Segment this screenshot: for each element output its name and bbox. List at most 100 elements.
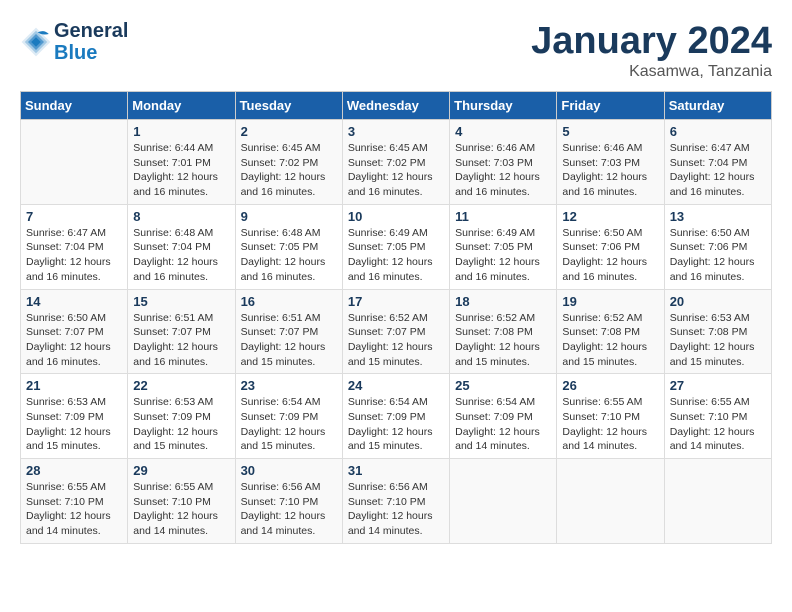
day-info: Sunrise: 6:55 AM Sunset: 7:10 PM Dayligh… (562, 395, 658, 454)
day-info: Sunrise: 6:56 AM Sunset: 7:10 PM Dayligh… (241, 480, 337, 539)
day-number: 1 (133, 124, 229, 139)
day-info: Sunrise: 6:47 AM Sunset: 7:04 PM Dayligh… (26, 226, 122, 285)
week-row-5: 28 Sunrise: 6:55 AM Sunset: 7:10 PM Dayli… (21, 459, 772, 544)
col-header-thursday: Thursday (450, 92, 557, 120)
calendar-cell: 22 Sunrise: 6:53 AM Sunset: 7:09 PM Dayli… (128, 374, 235, 459)
day-info: Sunrise: 6:45 AM Sunset: 7:02 PM Dayligh… (348, 141, 444, 200)
calendar-cell: 17Sunrise: 6:52 AM Sunset: 7:07 PM Dayli… (342, 289, 449, 374)
day-info: Sunrise: 6:55 AM Sunset: 7:10 PM Dayligh… (133, 480, 229, 539)
day-number: 28 (26, 463, 122, 478)
day-number: 25 (455, 378, 551, 393)
day-info: Sunrise: 6:50 AM Sunset: 7:06 PM Dayligh… (562, 226, 658, 285)
calendar-cell: 6Sunrise: 6:47 AM Sunset: 7:04 PM Daylig… (664, 120, 771, 205)
day-info: Sunrise: 6:52 AM Sunset: 7:08 PM Dayligh… (455, 311, 551, 370)
day-info: Sunrise: 6:54 AM Sunset: 7:09 PM Dayligh… (455, 395, 551, 454)
col-header-sunday: Sunday (21, 92, 128, 120)
title-block: January 2024 Kasamwa, Tanzania (531, 20, 772, 81)
day-number: 6 (670, 124, 766, 139)
calendar-cell: 13Sunrise: 6:50 AM Sunset: 7:06 PM Dayli… (664, 204, 771, 289)
calendar-cell: 25 Sunrise: 6:54 AM Sunset: 7:09 PM Dayli… (450, 374, 557, 459)
calendar-cell: 12 Sunrise: 6:50 AM Sunset: 7:06 PM Dayli… (557, 204, 664, 289)
day-number: 21 (26, 378, 122, 393)
month-title: January 2024 (531, 20, 772, 63)
day-number: 19 (562, 294, 658, 309)
day-info: Sunrise: 6:53 AM Sunset: 7:09 PM Dayligh… (133, 395, 229, 454)
day-number: 4 (455, 124, 551, 139)
day-info: Sunrise: 6:50 AM Sunset: 7:06 PM Dayligh… (670, 226, 766, 285)
day-number: 11 (455, 209, 551, 224)
calendar-cell: 3 Sunrise: 6:45 AM Sunset: 7:02 PM Daylig… (342, 120, 449, 205)
calendar-cell: 18Sunrise: 6:52 AM Sunset: 7:08 PM Dayli… (450, 289, 557, 374)
day-info: Sunrise: 6:44 AM Sunset: 7:01 PM Dayligh… (133, 141, 229, 200)
week-row-2: 7 Sunrise: 6:47 AM Sunset: 7:04 PM Daylig… (21, 204, 772, 289)
col-header-saturday: Saturday (664, 92, 771, 120)
day-info: Sunrise: 6:54 AM Sunset: 7:09 PM Dayligh… (348, 395, 444, 454)
day-number: 9 (241, 209, 337, 224)
day-number: 10 (348, 209, 444, 224)
calendar-cell (21, 120, 128, 205)
day-number: 5 (562, 124, 658, 139)
day-number: 20 (670, 294, 766, 309)
day-number: 31 (348, 463, 444, 478)
calendar-cell: 30 Sunrise: 6:56 AM Sunset: 7:10 PM Dayli… (235, 459, 342, 544)
day-info: Sunrise: 6:49 AM Sunset: 7:05 PM Dayligh… (348, 226, 444, 285)
day-number: 26 (562, 378, 658, 393)
col-header-monday: Monday (128, 92, 235, 120)
calendar-cell: 8 Sunrise: 6:48 AM Sunset: 7:04 PM Daylig… (128, 204, 235, 289)
week-row-3: 14Sunrise: 6:50 AM Sunset: 7:07 PM Dayli… (21, 289, 772, 374)
calendar-cell: 19 Sunrise: 6:52 AM Sunset: 7:08 PM Dayli… (557, 289, 664, 374)
calendar-cell (557, 459, 664, 544)
calendar-cell: 5 Sunrise: 6:46 AM Sunset: 7:03 PM Daylig… (557, 120, 664, 205)
day-info: Sunrise: 6:52 AM Sunset: 7:08 PM Dayligh… (562, 311, 658, 370)
calendar-cell: 4 Sunrise: 6:46 AM Sunset: 7:03 PM Daylig… (450, 120, 557, 205)
logo-icon (20, 26, 52, 58)
calendar-cell: 28 Sunrise: 6:55 AM Sunset: 7:10 PM Dayli… (21, 459, 128, 544)
day-number: 12 (562, 209, 658, 224)
calendar-cell: 29 Sunrise: 6:55 AM Sunset: 7:10 PM Dayli… (128, 459, 235, 544)
calendar-cell: 21Sunrise: 6:53 AM Sunset: 7:09 PM Dayli… (21, 374, 128, 459)
calendar-cell: 16Sunrise: 6:51 AM Sunset: 7:07 PM Dayli… (235, 289, 342, 374)
col-header-tuesday: Tuesday (235, 92, 342, 120)
day-info: Sunrise: 6:52 AM Sunset: 7:07 PM Dayligh… (348, 311, 444, 370)
day-number: 2 (241, 124, 337, 139)
day-info: Sunrise: 6:48 AM Sunset: 7:04 PM Dayligh… (133, 226, 229, 285)
day-number: 3 (348, 124, 444, 139)
day-number: 8 (133, 209, 229, 224)
calendar-cell: 24Sunrise: 6:54 AM Sunset: 7:09 PM Dayli… (342, 374, 449, 459)
calendar-cell: 9 Sunrise: 6:48 AM Sunset: 7:05 PM Daylig… (235, 204, 342, 289)
day-number: 15 (133, 294, 229, 309)
logo: General Blue (20, 20, 128, 64)
day-info: Sunrise: 6:46 AM Sunset: 7:03 PM Dayligh… (562, 141, 658, 200)
calendar-cell: 20 Sunrise: 6:53 AM Sunset: 7:08 PM Dayli… (664, 289, 771, 374)
logo-blue: Blue (54, 42, 128, 64)
location: Kasamwa, Tanzania (531, 63, 772, 81)
day-number: 27 (670, 378, 766, 393)
calendar-cell: 1 Sunrise: 6:44 AM Sunset: 7:01 PM Daylig… (128, 120, 235, 205)
calendar-cell: 26 Sunrise: 6:55 AM Sunset: 7:10 PM Dayli… (557, 374, 664, 459)
day-number: 22 (133, 378, 229, 393)
day-number: 7 (26, 209, 122, 224)
day-number: 29 (133, 463, 229, 478)
header-row: SundayMondayTuesdayWednesdayThursdayFrid… (21, 92, 772, 120)
calendar-cell: 11 Sunrise: 6:49 AM Sunset: 7:05 PM Dayli… (450, 204, 557, 289)
calendar-cell: 7 Sunrise: 6:47 AM Sunset: 7:04 PM Daylig… (21, 204, 128, 289)
calendar-cell: 10 Sunrise: 6:49 AM Sunset: 7:05 PM Dayli… (342, 204, 449, 289)
day-info: Sunrise: 6:45 AM Sunset: 7:02 PM Dayligh… (241, 141, 337, 200)
logo-general: General (54, 20, 128, 42)
day-info: Sunrise: 6:48 AM Sunset: 7:05 PM Dayligh… (241, 226, 337, 285)
day-info: Sunrise: 6:49 AM Sunset: 7:05 PM Dayligh… (455, 226, 551, 285)
day-number: 30 (241, 463, 337, 478)
calendar-cell: 23 Sunrise: 6:54 AM Sunset: 7:09 PM Dayli… (235, 374, 342, 459)
day-info: Sunrise: 6:46 AM Sunset: 7:03 PM Dayligh… (455, 141, 551, 200)
day-info: Sunrise: 6:56 AM Sunset: 7:10 PM Dayligh… (348, 480, 444, 539)
calendar-cell: 14Sunrise: 6:50 AM Sunset: 7:07 PM Dayli… (21, 289, 128, 374)
day-info: Sunrise: 6:55 AM Sunset: 7:10 PM Dayligh… (26, 480, 122, 539)
calendar-cell (450, 459, 557, 544)
day-info: Sunrise: 6:54 AM Sunset: 7:09 PM Dayligh… (241, 395, 337, 454)
day-number: 23 (241, 378, 337, 393)
col-header-friday: Friday (557, 92, 664, 120)
week-row-1: 1 Sunrise: 6:44 AM Sunset: 7:01 PM Daylig… (21, 120, 772, 205)
calendar-cell: 2 Sunrise: 6:45 AM Sunset: 7:02 PM Daylig… (235, 120, 342, 205)
calendar-cell: 15Sunrise: 6:51 AM Sunset: 7:07 PM Dayli… (128, 289, 235, 374)
day-info: Sunrise: 6:53 AM Sunset: 7:08 PM Dayligh… (670, 311, 766, 370)
